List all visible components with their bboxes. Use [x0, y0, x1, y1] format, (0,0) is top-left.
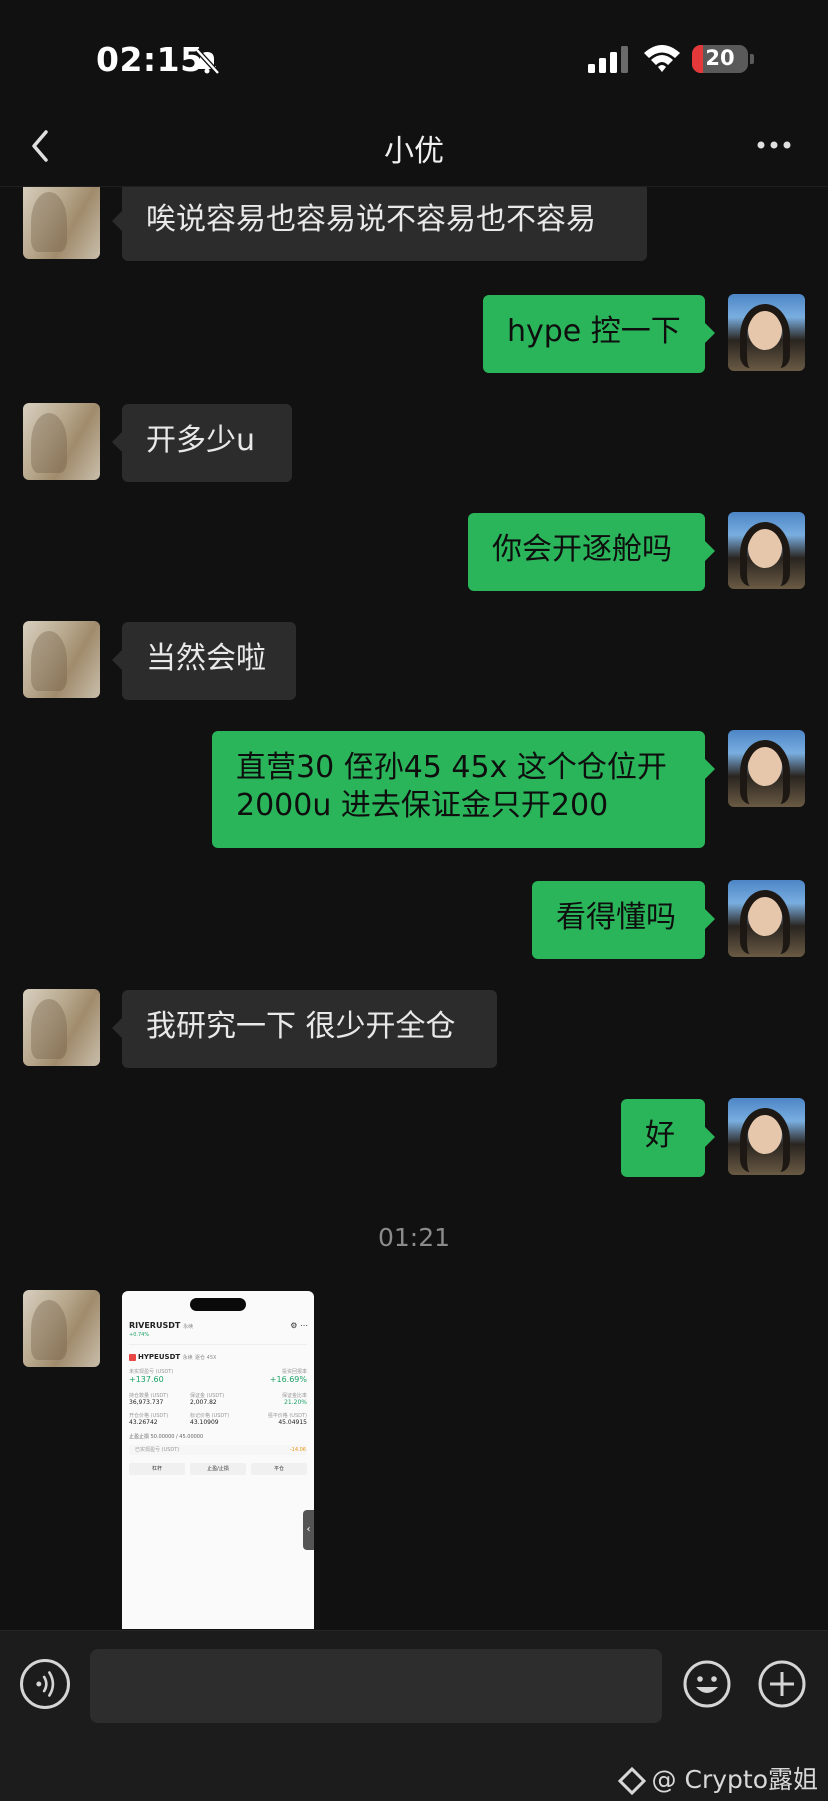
screenshot-value: 45.04915: [278, 1419, 307, 1426]
message-text-line: 直营30 侄孙45 45x 这个仓位开: [236, 750, 667, 785]
screenshot-value: 2,007.82: [190, 1399, 217, 1406]
contact-avatar[interactable]: [23, 403, 100, 480]
message-bubble-incoming[interactable]: 开多少u: [112, 404, 292, 482]
screenshot-label: 持仓数量 (USDT): [129, 1393, 169, 1399]
screenshot-button: 止盈/止损: [190, 1463, 246, 1475]
message-bubble-outgoing[interactable]: hype 控一下: [483, 295, 715, 373]
my-avatar[interactable]: [728, 294, 805, 371]
screenshot-label: 未实现盈亏 (USDT): [129, 1369, 174, 1375]
message-bubble-outgoing[interactable]: 直营30 侄孙45 45x 这个仓位开 2000u 进去保证金只开200: [212, 731, 715, 848]
screenshot-realized-row: 已实现盈亏 (USDT): [129, 1445, 307, 1455]
watermark: @ Crypto露姐: [617, 1760, 818, 1796]
screenshot-value: 43.10909: [190, 1419, 219, 1426]
screenshot-button: 杠杆: [129, 1463, 185, 1475]
message-bubble-outgoing[interactable]: 看得懂吗: [532, 881, 715, 959]
divider: [129, 1344, 307, 1345]
signal-icon: [588, 46, 628, 73]
screenshot-value: +16.69%: [269, 1375, 307, 1384]
wifi-icon: [644, 45, 680, 72]
message-text: 你会开逐舱吗: [492, 532, 672, 567]
contact-avatar[interactable]: [23, 1290, 100, 1367]
message-text: 我研究一下 很少开全仓: [146, 1009, 456, 1044]
message-bubble-incoming[interactable]: 唉说容易也容易说不容易也不容易: [112, 187, 647, 261]
screenshot-button: 平仓: [251, 1463, 307, 1475]
battery-icon: 20: [692, 45, 748, 73]
my-avatar[interactable]: [728, 512, 805, 589]
message-text: 好: [645, 1118, 675, 1153]
input-bar: @ Crypto露姐: [0, 1630, 828, 1801]
message-text-line: 2000u 进去保证金只开200: [236, 788, 609, 823]
my-avatar[interactable]: [728, 730, 805, 807]
screenshot-change: +0.74%: [129, 1332, 150, 1338]
screenshot-label: 保证金 (USDT): [190, 1393, 225, 1399]
message-bubble-outgoing[interactable]: 你会开逐舱吗: [468, 513, 715, 591]
screenshot-label: 标记价格 (USDT): [190, 1413, 230, 1419]
screenshot-value: 43.26742: [129, 1419, 158, 1426]
message-bubble-incoming[interactable]: 当然会啦: [112, 622, 296, 700]
emoji-icon[interactable]: [682, 1659, 732, 1709]
message-text: 唉说容易也容易说不容易也不容易: [146, 202, 596, 237]
chevron-left-icon: ‹: [303, 1510, 314, 1550]
screenshot-value: 36,973.737: [129, 1399, 164, 1406]
screenshot-label: 开仓价格 (USDT): [129, 1413, 169, 1419]
image-message[interactable]: RIVERUSDT 永续 +0.74% ⚙ ⋯ HYPEUSDT 永续 逐仓 4…: [122, 1291, 314, 1629]
message-text: 开多少u: [146, 423, 256, 458]
chat-title: 小优: [384, 134, 444, 169]
battery-cap: [750, 54, 754, 64]
screenshot-label: 保证金比率: [281, 1393, 307, 1399]
screenshot-position-symbol: HYPEUSDT 永续 逐仓 45X: [129, 1353, 216, 1361]
screenshot-realized-value: -14.06: [289, 1447, 306, 1453]
my-avatar[interactable]: [728, 880, 805, 957]
screenshot-label: 强平价格 (USDT): [267, 1413, 307, 1419]
dynamic-island: [190, 1298, 246, 1311]
message-bubble-incoming[interactable]: 我研究一下 很少开全仓: [112, 990, 497, 1068]
message-text: 当然会啦: [146, 641, 266, 676]
status-time: 02:15: [96, 40, 204, 79]
battery-level: 20: [705, 46, 735, 70]
screenshot-value: +137.60: [129, 1375, 164, 1384]
message-text: 看得懂吗: [556, 900, 676, 935]
settings-icon: ⚙ ⋯: [290, 1321, 308, 1330]
contact-avatar[interactable]: [23, 621, 100, 698]
message-text: hype 控一下: [507, 314, 681, 349]
plus-icon[interactable]: [757, 1659, 807, 1709]
message-bubble-outgoing[interactable]: 好: [621, 1099, 715, 1177]
voice-icon[interactable]: [20, 1659, 70, 1709]
chat-header: 小优: [0, 110, 828, 187]
contact-avatar[interactable]: [23, 187, 100, 259]
contact-avatar[interactable]: [23, 989, 100, 1066]
screenshot-symbol: RIVERUSDT 永续: [129, 1321, 194, 1330]
message-timestamp: 01:21: [377, 1223, 451, 1252]
screenshot-tpsl: 止盈止损 50.00000 / 45.00000: [129, 1434, 204, 1440]
screenshot-value: 21.20%: [284, 1399, 307, 1406]
bell-slash-icon: [195, 48, 220, 75]
message-list[interactable]: 唉说容易也容易说不容易也不容易 hype 控一下 开多少u 你会开逐舱吗 当然会…: [0, 187, 828, 1629]
message-input[interactable]: [90, 1649, 662, 1723]
more-dots-icon[interactable]: [754, 130, 794, 160]
binance-logo-icon: [617, 1766, 646, 1796]
screenshot-label: 投资回报率: [281, 1369, 307, 1375]
my-avatar[interactable]: [728, 1098, 805, 1175]
status-bar: 02:15 20: [0, 0, 828, 110]
